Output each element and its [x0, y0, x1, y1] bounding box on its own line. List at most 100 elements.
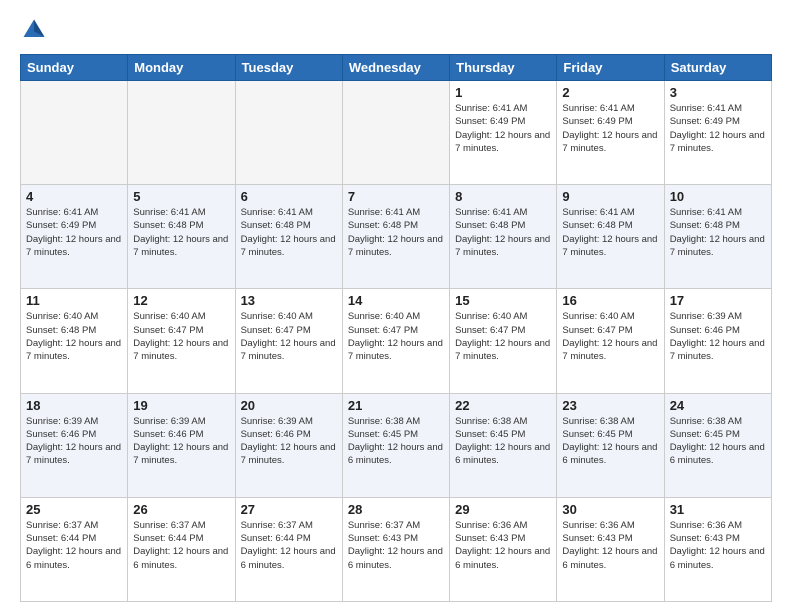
col-header-sunday: Sunday	[21, 55, 128, 81]
day-number: 28	[348, 502, 444, 517]
day-number: 29	[455, 502, 551, 517]
day-number: 10	[670, 189, 766, 204]
day-number: 17	[670, 293, 766, 308]
day-cell: 20Sunrise: 6:39 AMSunset: 6:46 PMDayligh…	[235, 393, 342, 497]
day-cell: 16 Sunrise: 6:40 AMSunset: 6:47 PMDayligh…	[557, 289, 664, 393]
day-cell: 30 Sunrise: 6:36 AMSunset: 6:43 PMDayligh…	[557, 497, 664, 601]
day-info: Sunrise: 6:39 AMSunset: 6:46 PMDaylight:…	[670, 310, 766, 363]
day-info: Sunrise: 6:40 AMSunset: 6:47 PMDaylight:…	[562, 310, 658, 363]
day-number: 11	[26, 293, 122, 308]
day-info: Sunrise: 6:41 AMSunset: 6:48 PMDaylight:…	[348, 206, 444, 259]
day-info: Sunrise: 6:37 AMSunset: 6:44 PMDaylight:…	[26, 519, 122, 572]
day-cell: 2Sunrise: 6:41 AMSunset: 6:49 PMDaylight…	[557, 81, 664, 185]
day-cell: 17 Sunrise: 6:39 AMSunset: 6:46 PMDayligh…	[664, 289, 771, 393]
day-number: 12	[133, 293, 229, 308]
day-number: 18	[26, 398, 122, 413]
day-number: 9	[562, 189, 658, 204]
day-cell: 3 Sunrise: 6:41 AMSunset: 6:49 PMDaylight…	[664, 81, 771, 185]
day-number: 27	[241, 502, 337, 517]
day-cell: 12 Sunrise: 6:40 AMSunset: 6:47 PMDayligh…	[128, 289, 235, 393]
day-info: Sunrise: 6:40 AMSunset: 6:47 PMDaylight:…	[455, 310, 551, 363]
day-cell: 22Sunrise: 6:38 AMSunset: 6:45 PMDayligh…	[450, 393, 557, 497]
day-info: Sunrise: 6:36 AMSunset: 6:43 PMDaylight:…	[562, 519, 658, 572]
col-header-tuesday: Tuesday	[235, 55, 342, 81]
day-cell: 28 Sunrise: 6:37 AMSunset: 6:43 PMDayligh…	[342, 497, 449, 601]
day-cell	[21, 81, 128, 185]
calendar: SundayMondayTuesdayWednesdayThursdayFrid…	[20, 54, 772, 602]
day-cell: 7 Sunrise: 6:41 AMSunset: 6:48 PMDaylight…	[342, 185, 449, 289]
page: SundayMondayTuesdayWednesdayThursdayFrid…	[0, 0, 792, 612]
week-row-1: 1 Sunrise: 6:41 AMSunset: 6:49 PMDaylight…	[21, 81, 772, 185]
day-number: 25	[26, 502, 122, 517]
day-cell: 21 Sunrise: 6:38 AMSunset: 6:45 PMDayligh…	[342, 393, 449, 497]
day-cell: 10 Sunrise: 6:41 AMSunset: 6:48 PMDayligh…	[664, 185, 771, 289]
day-number: 8	[455, 189, 551, 204]
week-row-4: 18 Sunrise: 6:39 AMSunset: 6:46 PMDayligh…	[21, 393, 772, 497]
day-number: 2	[562, 85, 658, 100]
day-number: 4	[26, 189, 122, 204]
day-info: Sunrise: 6:39 AMSunset: 6:46 PMDaylight:…	[241, 415, 337, 468]
col-header-saturday: Saturday	[664, 55, 771, 81]
day-number: 21	[348, 398, 444, 413]
col-header-wednesday: Wednesday	[342, 55, 449, 81]
day-info: Sunrise: 6:41 AMSunset: 6:48 PMDaylight:…	[241, 206, 337, 259]
day-info: Sunrise: 6:40 AMSunset: 6:47 PMDaylight:…	[133, 310, 229, 363]
day-cell: 26Sunrise: 6:37 AMSunset: 6:44 PMDayligh…	[128, 497, 235, 601]
day-number: 3	[670, 85, 766, 100]
day-cell: 31Sunrise: 6:36 AMSunset: 6:43 PMDayligh…	[664, 497, 771, 601]
day-cell: 1 Sunrise: 6:41 AMSunset: 6:49 PMDaylight…	[450, 81, 557, 185]
day-cell: 11 Sunrise: 6:40 AMSunset: 6:48 PMDayligh…	[21, 289, 128, 393]
day-cell: 13Sunrise: 6:40 AMSunset: 6:47 PMDayligh…	[235, 289, 342, 393]
day-cell: 15Sunrise: 6:40 AMSunset: 6:47 PMDayligh…	[450, 289, 557, 393]
day-cell	[128, 81, 235, 185]
day-info: Sunrise: 6:36 AMSunset: 6:43 PMDaylight:…	[455, 519, 551, 572]
col-header-friday: Friday	[557, 55, 664, 81]
header-row: SundayMondayTuesdayWednesdayThursdayFrid…	[21, 55, 772, 81]
day-info: Sunrise: 6:38 AMSunset: 6:45 PMDaylight:…	[348, 415, 444, 468]
day-cell: 25 Sunrise: 6:37 AMSunset: 6:44 PMDayligh…	[21, 497, 128, 601]
day-info: Sunrise: 6:40 AMSunset: 6:47 PMDaylight:…	[241, 310, 337, 363]
day-cell: 4 Sunrise: 6:41 AMSunset: 6:49 PMDaylight…	[21, 185, 128, 289]
day-number: 30	[562, 502, 658, 517]
day-info: Sunrise: 6:39 AMSunset: 6:46 PMDaylight:…	[26, 415, 122, 468]
day-number: 31	[670, 502, 766, 517]
day-info: Sunrise: 6:38 AMSunset: 6:45 PMDaylight:…	[562, 415, 658, 468]
day-info: Sunrise: 6:41 AMSunset: 6:48 PMDaylight:…	[133, 206, 229, 259]
day-cell: 27Sunrise: 6:37 AMSunset: 6:44 PMDayligh…	[235, 497, 342, 601]
logo	[20, 16, 52, 44]
day-cell: 19 Sunrise: 6:39 AMSunset: 6:46 PMDayligh…	[128, 393, 235, 497]
day-cell: 14 Sunrise: 6:40 AMSunset: 6:47 PMDayligh…	[342, 289, 449, 393]
header	[20, 16, 772, 44]
day-info: Sunrise: 6:39 AMSunset: 6:46 PMDaylight:…	[133, 415, 229, 468]
day-number: 7	[348, 189, 444, 204]
day-info: Sunrise: 6:37 AMSunset: 6:43 PMDaylight:…	[348, 519, 444, 572]
day-number: 14	[348, 293, 444, 308]
day-cell	[235, 81, 342, 185]
logo-icon	[20, 16, 48, 44]
day-info: Sunrise: 6:38 AMSunset: 6:45 PMDaylight:…	[670, 415, 766, 468]
day-number: 26	[133, 502, 229, 517]
day-info: Sunrise: 6:40 AMSunset: 6:47 PMDaylight:…	[348, 310, 444, 363]
col-header-monday: Monday	[128, 55, 235, 81]
day-cell: 24 Sunrise: 6:38 AMSunset: 6:45 PMDayligh…	[664, 393, 771, 497]
day-info: Sunrise: 6:40 AMSunset: 6:48 PMDaylight:…	[26, 310, 122, 363]
day-cell: 18 Sunrise: 6:39 AMSunset: 6:46 PMDayligh…	[21, 393, 128, 497]
day-info: Sunrise: 6:41 AMSunset: 6:49 PMDaylight:…	[455, 102, 551, 155]
week-row-2: 4 Sunrise: 6:41 AMSunset: 6:49 PMDaylight…	[21, 185, 772, 289]
week-row-5: 25 Sunrise: 6:37 AMSunset: 6:44 PMDayligh…	[21, 497, 772, 601]
day-info: Sunrise: 6:41 AMSunset: 6:48 PMDaylight:…	[562, 206, 658, 259]
day-number: 1	[455, 85, 551, 100]
day-cell: 23Sunrise: 6:38 AMSunset: 6:45 PMDayligh…	[557, 393, 664, 497]
day-info: Sunrise: 6:41 AMSunset: 6:49 PMDaylight:…	[670, 102, 766, 155]
day-info: Sunrise: 6:41 AMSunset: 6:48 PMDaylight:…	[670, 206, 766, 259]
day-number: 16	[562, 293, 658, 308]
day-cell: 6 Sunrise: 6:41 AMSunset: 6:48 PMDaylight…	[235, 185, 342, 289]
day-number: 5	[133, 189, 229, 204]
day-cell	[342, 81, 449, 185]
day-number: 19	[133, 398, 229, 413]
day-info: Sunrise: 6:41 AMSunset: 6:49 PMDaylight:…	[26, 206, 122, 259]
day-info: Sunrise: 6:38 AMSunset: 6:45 PMDaylight:…	[455, 415, 551, 468]
day-info: Sunrise: 6:41 AMSunset: 6:48 PMDaylight:…	[455, 206, 551, 259]
day-number: 6	[241, 189, 337, 204]
day-number: 24	[670, 398, 766, 413]
